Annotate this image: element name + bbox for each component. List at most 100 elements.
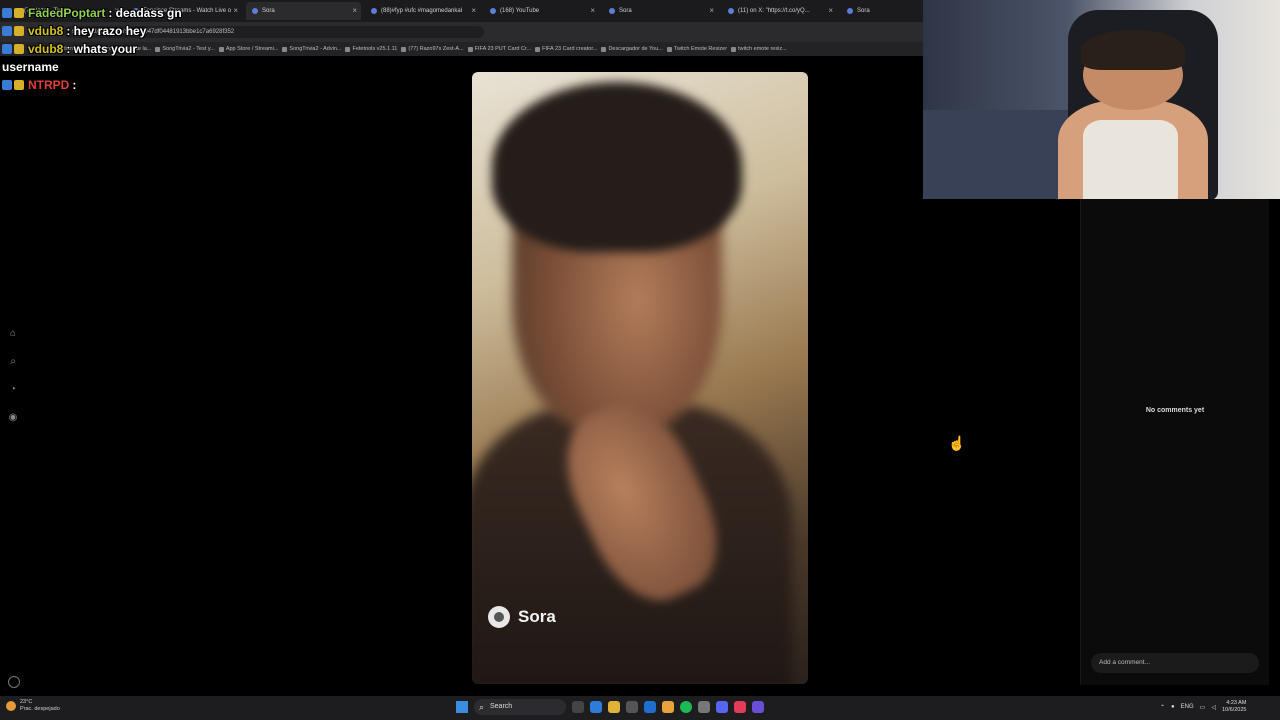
tab-favicon-icon — [728, 8, 734, 14]
clock[interactable]: 4:23 AM 10/6/2025 — [1222, 700, 1246, 714]
chat-badge-icon — [14, 80, 24, 90]
chrome-icon[interactable] — [662, 701, 674, 713]
search-icon[interactable]: ⌕ — [6, 354, 20, 368]
file-explorer-icon[interactable] — [608, 701, 620, 713]
windows-taskbar: 23°C Prac. despejado Search ⌃ ● ENG ▭ ◁ … — [0, 696, 1280, 720]
browser-tab[interactable]: (11) on X: "https://t.co/yQ... × — [722, 2, 837, 20]
weather-desc: Prac. despejado — [20, 706, 60, 712]
bookmark-item[interactable]: FIFA 23 PUT Card Cr... — [467, 42, 532, 56]
sora-logo-icon — [488, 606, 510, 628]
browser-tab[interactable]: Sora × — [246, 2, 361, 20]
bookmark-favicon-icon — [467, 46, 473, 52]
comments-panel: No comments yet Add a comment... — [1080, 199, 1269, 685]
chat-username[interactable]: FadedPoptart — [28, 6, 105, 20]
bookmark-favicon-icon — [666, 46, 672, 52]
chat-message-text: : — [72, 78, 77, 92]
chat-badge-icon — [14, 26, 24, 36]
watermark-text: Sora — [518, 607, 556, 626]
chat-message: vdub8: whats your — [2, 40, 182, 58]
chat-message: FadedPoptart: deadass gn — [2, 4, 182, 22]
language-indicator[interactable]: ENG — [1181, 704, 1194, 710]
browser-tab[interactable]: (168) YouTube × — [484, 2, 599, 20]
mail-icon[interactable] — [644, 701, 656, 713]
network-icon[interactable]: ▭ — [1200, 704, 1206, 711]
bookmark-label: twitch emote resiz... — [738, 46, 787, 52]
bookmark-item[interactable]: Fetetools v25.1.11 — [345, 42, 397, 56]
close-tab-icon[interactable]: × — [352, 6, 357, 15]
chevron-up-icon[interactable]: ⌃ — [1160, 704, 1165, 711]
browser-tab[interactable]: (88)#fyp #ufc #magomedankal × — [365, 2, 480, 20]
spotify-icon[interactable] — [680, 701, 692, 713]
chat-username[interactable]: vdub8 — [28, 42, 63, 56]
bookmark-favicon-icon — [601, 46, 607, 52]
bookmark-item[interactable]: FIFA 23 Card creator... — [535, 42, 597, 56]
store-icon[interactable] — [626, 701, 638, 713]
bookmark-item[interactable]: (77) Razo97s Zest-A... — [401, 42, 464, 56]
bookmark-favicon-icon — [535, 46, 541, 52]
home-icon[interactable]: ⌂ — [6, 326, 20, 340]
tab-label: Sora — [262, 8, 275, 14]
close-tab-icon[interactable]: × — [233, 6, 238, 15]
browser-tab[interactable]: Sora × — [603, 2, 718, 20]
microphone-icon[interactable]: ● — [1171, 704, 1175, 710]
bookmark-label: FIFA 23 PUT Card Cr... — [474, 46, 532, 52]
video-player[interactable]: Sora — [472, 72, 808, 684]
windows-start-icon[interactable] — [456, 701, 468, 713]
bookmark-label: Twitch Emote Resizer — [673, 46, 728, 52]
video-frame-hair — [492, 82, 742, 252]
webcam-hair — [1081, 30, 1185, 70]
edge-icon[interactable] — [590, 701, 602, 713]
bookmark-label: (77) Razo97s Zest-A... — [408, 46, 464, 52]
tab-label: (168) YouTube — [500, 8, 540, 14]
chat-badge-icon — [14, 44, 24, 54]
weather-icon — [6, 701, 16, 711]
webcam-shirt — [1083, 120, 1178, 199]
close-tab-icon[interactable]: × — [709, 6, 714, 15]
chat-message: vdub8: hey razo hey — [2, 22, 182, 40]
tab-favicon-icon — [847, 8, 853, 14]
tab-favicon-icon — [252, 8, 258, 14]
streamer-webcam — [923, 0, 1280, 199]
bookmark-favicon-icon — [345, 46, 351, 52]
tab-favicon-icon — [609, 8, 615, 14]
chat-badge-icon — [2, 44, 12, 54]
bookmark-item[interactable]: Descargador de You... — [601, 42, 663, 56]
music-icon[interactable] — [734, 701, 746, 713]
tab-label: Sora — [857, 8, 870, 14]
bookmark-favicon-icon — [218, 46, 224, 52]
task-view-icon[interactable] — [572, 701, 584, 713]
profile-icon[interactable]: ◉ — [6, 410, 20, 424]
chat-badge-icon — [14, 8, 24, 18]
bookmark-item[interactable]: App Store / Streami... — [218, 42, 278, 56]
close-tab-icon[interactable]: × — [828, 6, 833, 15]
obs-icon[interactable] — [752, 701, 764, 713]
steam-icon[interactable] — [698, 701, 710, 713]
weather-temp: 23°C — [20, 699, 33, 705]
weather-widget[interactable]: 23°C Prac. despejado — [6, 699, 60, 713]
discord-icon[interactable] — [716, 701, 728, 713]
bookmark-label: Fetetools v25.1.11 — [352, 46, 398, 52]
chat-message-text: : whats your — [66, 42, 138, 56]
taskbar-search[interactable]: Search — [474, 699, 566, 715]
add-comment-input[interactable]: Add a comment... — [1091, 653, 1259, 673]
no-comments-text: No comments yet — [1145, 407, 1205, 414]
notifications-icon[interactable]: ◔ — [6, 382, 20, 396]
chat-message: username — [2, 58, 182, 76]
bookmark-item[interactable]: Twitch Emote Resizer — [666, 42, 728, 56]
bookmark-label: FIFA 23 Card creator... — [542, 46, 598, 52]
chat-username[interactable]: NTRPD — [28, 78, 69, 92]
chat-badge-icon — [2, 8, 12, 18]
bookmark-item[interactable]: SongTrivia2 - Advin... — [282, 42, 341, 56]
clock-date: 10/6/2025 — [1221, 707, 1247, 713]
volume-icon[interactable]: ◁ — [1211, 704, 1216, 711]
close-tab-icon[interactable]: × — [471, 6, 476, 15]
bookmark-label: SongTrivia2 - Advin... — [289, 46, 342, 52]
tab-label: Sora — [619, 8, 632, 14]
chat-username[interactable]: vdub8 — [28, 24, 63, 38]
settings-icon[interactable] — [8, 676, 20, 688]
bookmark-item[interactable]: twitch emote resiz... — [731, 42, 787, 56]
close-tab-icon[interactable]: × — [590, 6, 595, 15]
webcam-bed — [923, 110, 1073, 199]
hand-cursor-icon: ☝ — [948, 435, 966, 451]
chat-badge-icon — [2, 26, 12, 36]
